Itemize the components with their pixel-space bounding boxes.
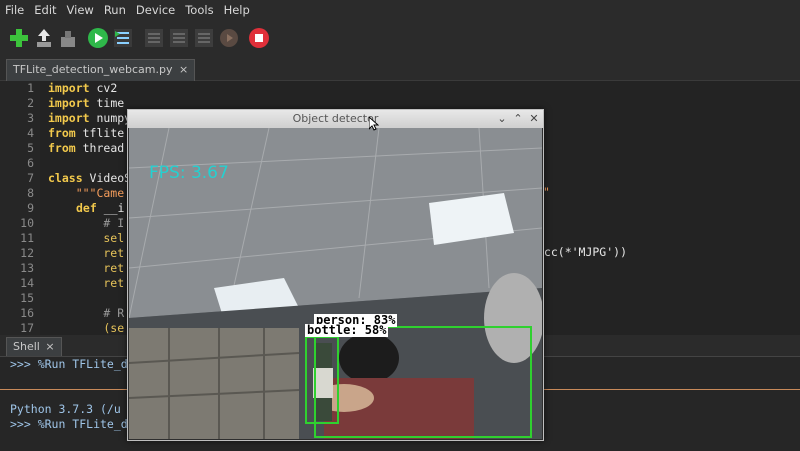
maximize-icon[interactable]: ⌃ — [511, 111, 525, 127]
line-number-gutter: 1 2 3 4 5 6 7 8 9 10 11 12 13 14 15 16 17 — [0, 81, 40, 335]
code-line: from thread — [48, 141, 124, 155]
line-number: 10 — [20, 216, 34, 230]
menu-edit[interactable]: Edit — [29, 0, 61, 20]
line-number: 3 — [27, 111, 34, 125]
tab-close-icon[interactable]: × — [179, 63, 188, 76]
code-text: cv2 — [89, 81, 118, 95]
line-number: 2 — [27, 96, 34, 110]
code-text: __i — [96, 201, 125, 215]
line-number: 7 — [27, 171, 34, 185]
code-text: ret — [48, 261, 125, 275]
code-keyword: import — [48, 81, 90, 95]
line-number: 1 — [27, 81, 34, 95]
code-keyword: from — [48, 126, 76, 140]
code-text: VideoS — [82, 171, 132, 185]
tab-tflite-detection-webcam[interactable]: TFLite_detection_webcam.py × — [6, 59, 196, 81]
code-keyword: def — [76, 201, 97, 215]
step-into-icon[interactable] — [168, 27, 190, 49]
menu-file[interactable]: File — [0, 0, 29, 20]
code-text: """Came — [48, 186, 125, 200]
line-number: 6 — [27, 156, 34, 170]
menu-device[interactable]: Device — [131, 0, 180, 20]
close-icon[interactable]: ✕ — [527, 111, 541, 127]
person-bounding-box — [314, 326, 532, 438]
code-text: # I — [48, 216, 125, 230]
new-file-icon[interactable] — [8, 27, 30, 49]
camera-feed: FPS: 3.67 person: 83% bottle: 58% — [129, 128, 542, 439]
code-text: thread — [75, 141, 125, 155]
line-number: 16 — [20, 306, 34, 320]
code-fragment: " — [543, 185, 550, 199]
code-line: ret — [48, 246, 124, 260]
bottle-detection-label: bottle: 58% — [305, 323, 389, 337]
code-text: (se — [48, 321, 125, 335]
code-text: # R — [48, 306, 125, 320]
code-text: tflite — [75, 126, 125, 140]
shell-line: Python 3.7.3 (/u — [10, 402, 121, 416]
mouse-cursor-icon — [369, 117, 379, 131]
code-text: time — [89, 96, 125, 110]
code-line: ret — [48, 276, 124, 290]
code-fragment: rcc(*'MJPG')) — [537, 245, 628, 259]
code-line: import numpy — [48, 111, 131, 125]
line-number: 13 — [20, 261, 34, 275]
editor-tab-bar: TFLite_detection_webcam.py × — [0, 56, 800, 81]
code-line: def __i — [76, 201, 124, 215]
menu-bar: File Edit View Run Device Tools Help — [0, 0, 800, 20]
code-text: ret — [48, 246, 125, 260]
menu-help[interactable]: Help — [219, 0, 255, 20]
code-text: numpy — [89, 111, 132, 125]
shell-line: >>> %Run TFLite_d — [10, 357, 128, 371]
line-number: 12 — [20, 246, 34, 260]
code-keyword: import — [48, 111, 90, 125]
code-line: class VideoS — [48, 171, 131, 185]
window-title-bar[interactable]: Object detector ⌄ ⌃ ✕ — [128, 110, 543, 128]
code-line: import time — [48, 96, 124, 110]
code-keyword: from — [48, 141, 76, 155]
resume-icon[interactable] — [218, 27, 240, 49]
line-number: 9 — [27, 201, 34, 215]
tab-label: TFLite_detection_webcam.py — [13, 63, 173, 76]
debug-icon[interactable] — [112, 27, 134, 49]
step-out-icon[interactable] — [193, 27, 215, 49]
bottle-bounding-box — [305, 336, 339, 424]
menu-tools[interactable]: Tools — [180, 0, 218, 20]
code-text: sel — [48, 231, 125, 245]
shell-line: >>> %Run TFLite_d — [10, 417, 128, 431]
line-number: 14 — [20, 276, 34, 290]
step-over-icon[interactable] — [143, 27, 165, 49]
line-number: 11 — [20, 231, 34, 245]
toolbar — [0, 20, 800, 56]
object-detector-window[interactable]: Object detector ⌄ ⌃ ✕ FPS: 3.67 person: … — [127, 109, 544, 441]
code-line: # R — [48, 306, 124, 320]
code-line: from tflite — [48, 126, 124, 140]
line-number: 8 — [27, 186, 34, 200]
window-title: Object detector — [292, 112, 379, 125]
shell-tab-label: Shell — [13, 340, 40, 353]
stop-icon[interactable] — [248, 27, 270, 49]
code-keyword: import — [48, 96, 90, 110]
fps-readout: FPS: 3.67 — [149, 163, 229, 183]
shell-tab[interactable]: Shell × — [6, 337, 62, 356]
code-line: sel — [48, 231, 124, 245]
code-line: """Came — [48, 186, 124, 200]
line-number: 5 — [27, 141, 34, 155]
code-text: ret — [48, 276, 125, 290]
code-line: (se — [48, 321, 124, 335]
line-number: 15 — [20, 291, 34, 305]
minimize-icon[interactable]: ⌄ — [495, 111, 509, 127]
code-line: import cv2 — [48, 81, 117, 95]
code-line: # I — [48, 216, 124, 230]
shell-close-icon[interactable]: × — [45, 340, 54, 353]
code-line: ret — [48, 261, 124, 275]
menu-run[interactable]: Run — [99, 0, 131, 20]
run-icon[interactable] — [87, 27, 109, 49]
code-keyword: class — [48, 171, 83, 185]
load-icon[interactable] — [33, 27, 55, 49]
line-number: 4 — [27, 126, 34, 140]
menu-view[interactable]: View — [62, 0, 99, 20]
save-icon[interactable] — [57, 27, 79, 49]
line-number: 17 — [20, 321, 34, 335]
